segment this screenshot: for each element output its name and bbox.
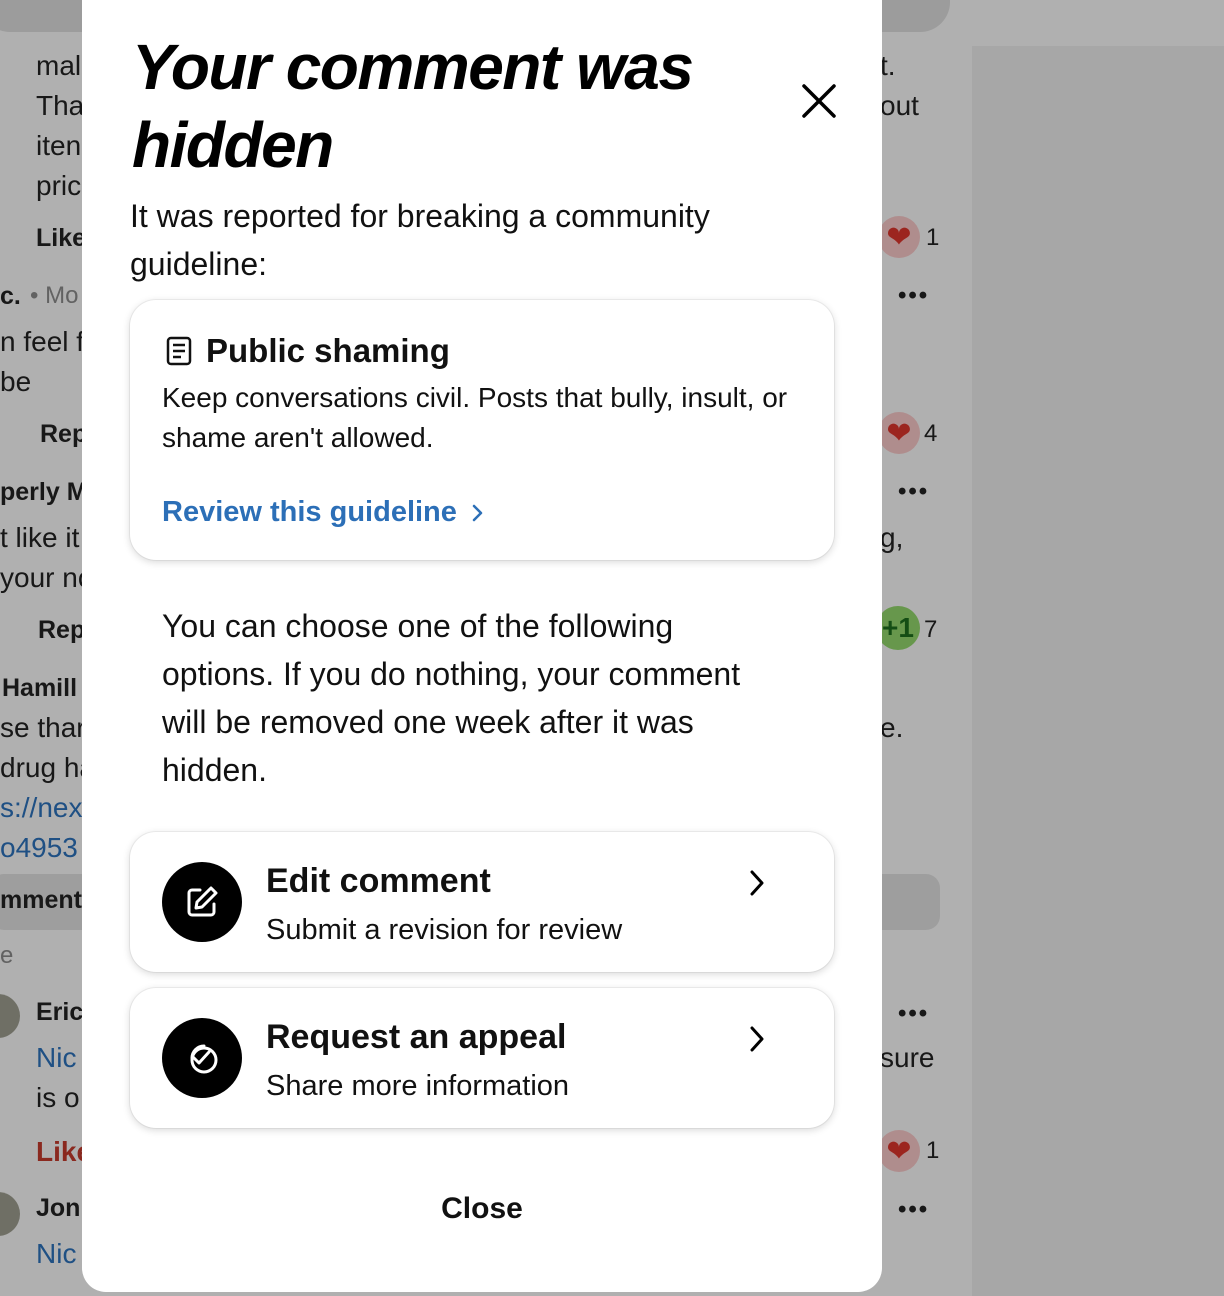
close-button[interactable]: Close <box>382 1184 582 1234</box>
chevron-right-icon <box>750 870 764 896</box>
close-icon[interactable] <box>798 80 840 122</box>
edit-comment-option[interactable]: Edit comment Submit a revision for revie… <box>130 832 834 972</box>
review-guideline-link[interactable]: Review this guideline <box>162 496 483 529</box>
hidden-comment-dialog: Your comment was hidden It was reported … <box>82 0 882 1292</box>
appeal-icon <box>162 1018 242 1098</box>
chevron-right-icon <box>472 504 483 521</box>
dialog-title: Your comment was hidden <box>132 31 694 181</box>
edit-icon <box>162 862 242 942</box>
request-appeal-title: Request an appeal <box>266 1018 567 1056</box>
review-guideline-label: Review this guideline <box>162 496 457 528</box>
request-appeal-subtitle: Share more information <box>266 1070 570 1102</box>
document-icon <box>166 336 192 366</box>
edit-comment-title: Edit comment <box>266 862 491 900</box>
chevron-right-icon <box>750 1026 764 1052</box>
guideline-header: Public shaming <box>166 332 450 370</box>
guideline-name: Public shaming <box>206 332 450 369</box>
dialog-subtitle: It was reported for breaking a community… <box>130 198 710 282</box>
guideline-description: Keep conversations civil. Posts that bul… <box>162 382 788 453</box>
guideline-card: Public shaming Keep conversations civil.… <box>130 300 834 560</box>
request-appeal-option[interactable]: Request an appeal Share more information <box>130 988 834 1128</box>
edit-comment-subtitle: Submit a revision for review <box>266 914 623 946</box>
options-explanation: You can choose one of the following opti… <box>162 608 741 788</box>
